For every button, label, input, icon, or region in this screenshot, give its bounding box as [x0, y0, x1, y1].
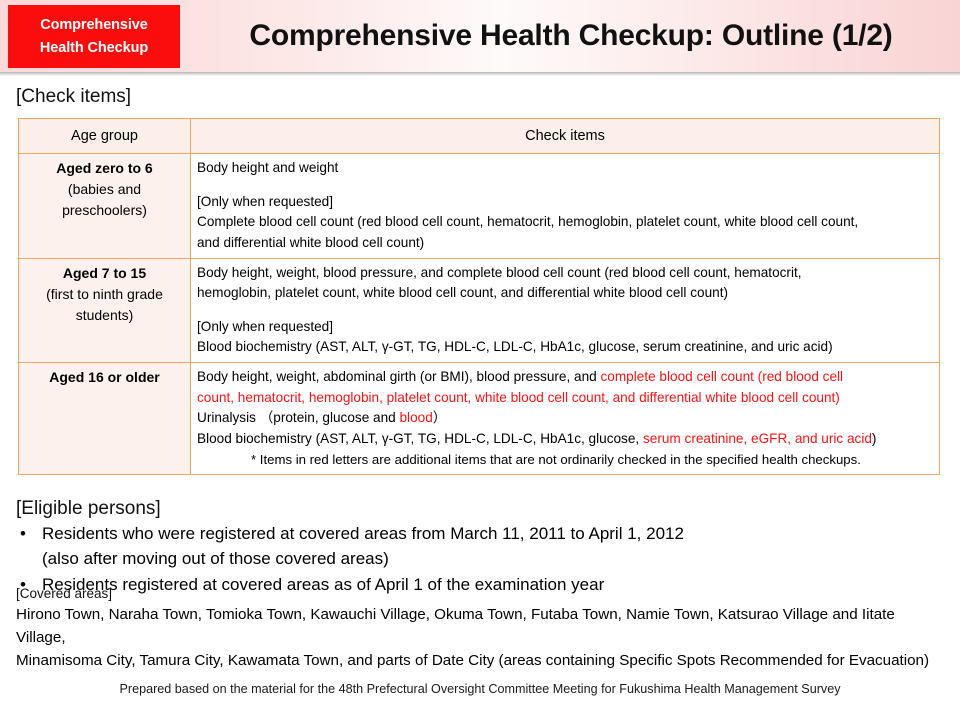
table-row: Aged zero to 6 (babies and preschoolers)… — [18, 153, 940, 259]
list-item-main-text: Residents registered at covered areas as… — [42, 575, 605, 595]
check-item-text-black: Blood biochemistry (AST, ALT, γ-GT, TG, … — [197, 431, 643, 447]
check-item-line: Complete blood cell count (red blood cel… — [197, 214, 859, 230]
list-item-sub-text: (also after moving out of those covered … — [42, 549, 389, 569]
list-item: • Residents who were registered at cover… — [16, 521, 926, 571]
check-item-line: Body height and weight — [197, 160, 339, 175]
program-badge-line2: Health Checkup — [39, 39, 149, 56]
check-item-text-black: Urinalysis （protein, glucose and — [197, 410, 400, 426]
check-item-line: Body height, weight, abdominal girth (or… — [197, 367, 933, 388]
table-header-age-group: Age group — [18, 118, 191, 154]
check-item-line: Urinalysis （protein, glucose and blood） — [197, 408, 933, 429]
check-items-cell-16-or-older: Body height, weight, abdominal girth (or… — [190, 362, 940, 475]
eligible-persons-list: • Residents who were registered at cover… — [16, 521, 926, 598]
eligible-persons-section-label: [Eligible persons] — [16, 498, 161, 519]
covered-areas-section-label: [Covered areas] — [16, 586, 113, 601]
covered-areas-line: Hirono Town, Naraha Town, Tomioka Town, … — [16, 606, 895, 646]
check-item-line: Body height, weight, blood pressure, and… — [197, 264, 802, 280]
age-group-cell-16-or-older: Aged 16 or older — [18, 362, 191, 475]
list-item: • Residents registered at covered areas … — [16, 572, 926, 597]
table-row: Aged 16 or older Body height, weight, ab… — [18, 362, 940, 475]
age-group-main-label: Aged zero to 6 — [56, 160, 153, 176]
age-group-main-label: Aged 16 or older — [49, 369, 160, 386]
check-items-cell-7-to-15: Body height, weight, blood pressure, and… — [190, 257, 940, 364]
age-group-cell-zero-to-6: Aged zero to 6 (babies and preschoolers) — [18, 153, 191, 259]
program-badge-line1: Comprehensive — [40, 17, 148, 34]
covered-areas-text: Hirono Town, Naraha Town, Tomioka Town, … — [16, 604, 931, 672]
check-item-text-red: blood — [399, 410, 433, 426]
check-item-line: hemoglobin, platelet count, white blood … — [197, 285, 728, 301]
page-title: Comprehensive Health Checkup: Outline (1… — [249, 19, 893, 52]
check-item-text-black: ） — [432, 410, 447, 426]
table-header-row: Age group Check items — [18, 118, 940, 154]
check-items-table: Age group Check items Aged zero to 6 (ba… — [18, 118, 940, 475]
age-group-cell-7-to-15: Aged 7 to 15 (first to ninth grade stude… — [18, 257, 191, 364]
program-badge: Comprehensive Health Checkup — [8, 5, 180, 68]
check-item-text-red: complete blood cell count (red blood cel… — [600, 369, 844, 385]
age-group-main-label: Aged 7 to 15 — [62, 264, 147, 281]
spacer-line — [197, 179, 933, 192]
check-item-line: [Only when requested] — [197, 318, 334, 334]
check-item-line: and differential white blood cell count) — [197, 234, 425, 250]
check-item-line: [Only when requested] — [197, 193, 334, 209]
age-group-sub-label-1: (babies and — [67, 181, 142, 197]
check-item-line-red: count, hematocrit, hemoglobin, platelet … — [197, 389, 840, 405]
spacer-line — [197, 304, 933, 317]
table-header-check-items: Check items — [190, 118, 940, 154]
table-row: Aged 7 to 15 (first to ninth grade stude… — [18, 257, 940, 364]
age-group-sub-label-1: (first to ninth grade — [46, 285, 163, 302]
covered-areas-line: Minamisoma City, Tamura City, Kawamata T… — [16, 651, 930, 669]
check-item-text-black: ) — [871, 431, 877, 447]
check-item-line: Blood biochemistry (AST, ALT, γ-GT, TG, … — [197, 429, 933, 450]
list-item-main-text: Residents who were registered at covered… — [42, 524, 684, 543]
check-item-text-black: Body height, weight, abdominal girth (or… — [197, 369, 601, 385]
check-item-line: Blood biochemistry (AST, ALT, γ-GT, TG, … — [197, 339, 833, 355]
red-letters-note: * Items in red letters are additional it… — [251, 451, 861, 467]
check-items-section-label: [Check items] — [16, 86, 132, 107]
bullet-icon: • — [20, 524, 26, 543]
header-banner-shadow — [0, 72, 960, 76]
age-group-sub-label-2: students) — [75, 306, 134, 323]
footer-source-note: Prepared based on the material for the 4… — [119, 682, 841, 696]
age-group-sub-label-2: preschoolers) — [62, 202, 147, 218]
check-items-cell-zero-to-6: Body height and weight [Only when reques… — [190, 153, 940, 259]
check-item-text-red: serum creatinine, eGFR, and uric acid — [642, 431, 872, 447]
